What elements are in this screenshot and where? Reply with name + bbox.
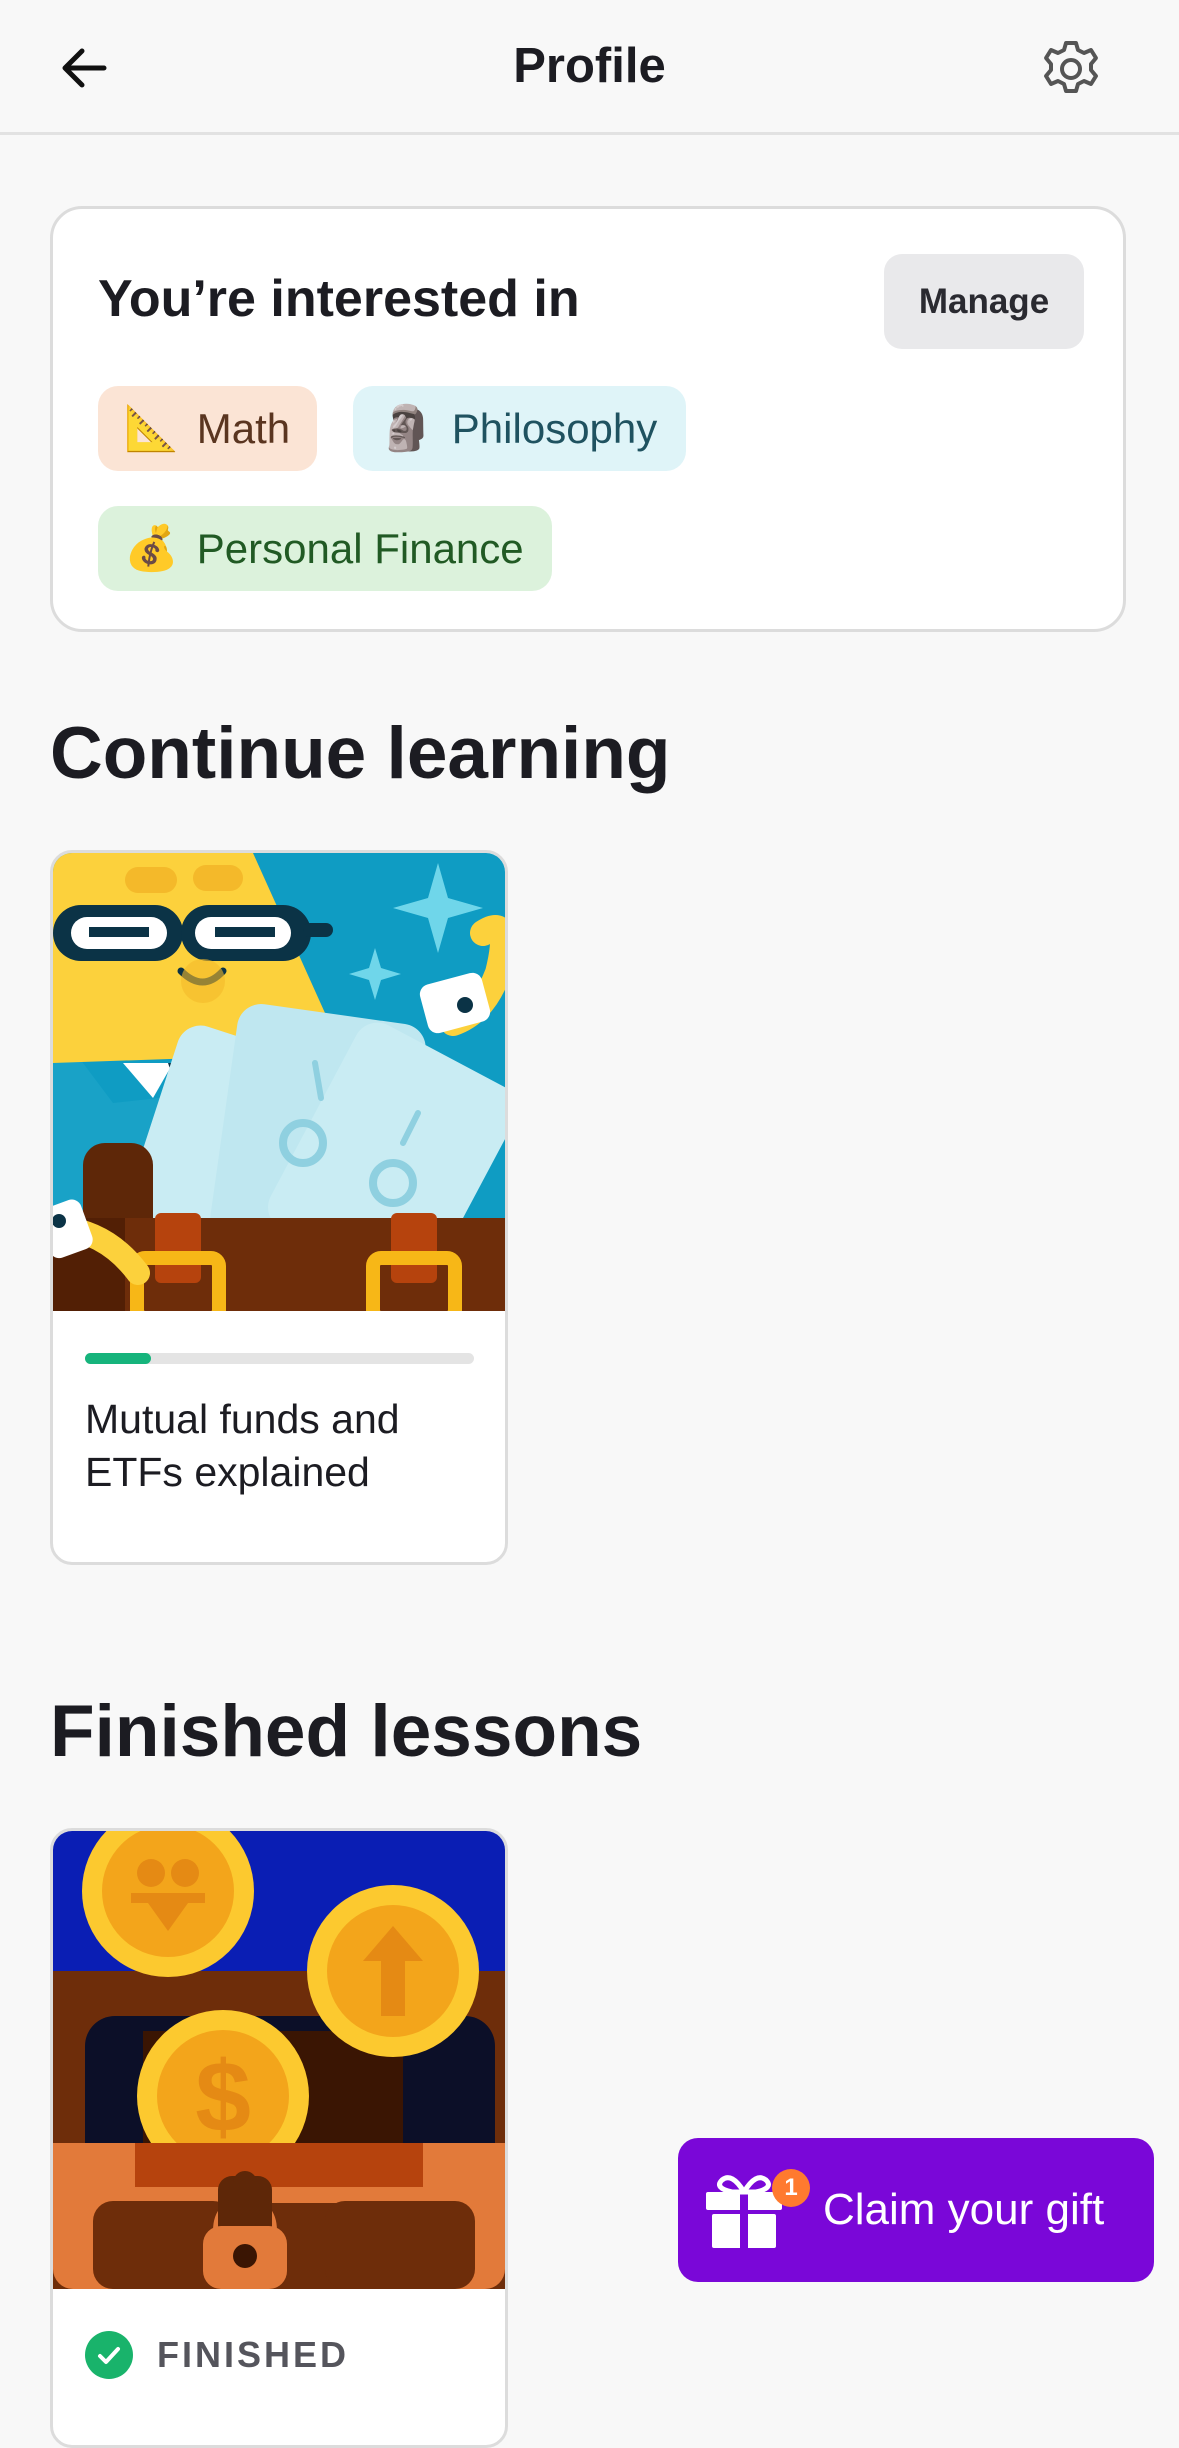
interest-chip-personal-finance[interactable]: 💰 Personal Finance	[98, 506, 552, 591]
top-bar: Profile	[0, 0, 1179, 135]
interest-chip-math[interactable]: 📐 Math	[98, 386, 317, 471]
lesson-illustration	[53, 853, 505, 1311]
interests-card: You’re interested in Manage 📐 Math 🗿 Phi…	[50, 206, 1126, 632]
interests-heading: You’re interested in	[98, 270, 580, 328]
interest-chip-label: Philosophy	[451, 404, 658, 452]
interest-chip-philosophy[interactable]: 🗿 Philosophy	[353, 386, 686, 471]
finished-status: FINISHED	[85, 2331, 349, 2379]
claim-gift-button[interactable]: 1 Claim your gift	[678, 2138, 1154, 2282]
continue-learning-heading: Continue learning	[50, 713, 671, 794]
lesson-progress-bar	[85, 1353, 474, 1364]
manage-button[interactable]: Manage	[884, 254, 1084, 349]
finished-lessons-heading: Finished lessons	[50, 1691, 643, 1772]
gear-icon	[1044, 41, 1098, 93]
page-title: Profile	[513, 39, 666, 93]
moai-icon: 🗿	[379, 403, 434, 453]
lesson-illustration: $	[53, 1831, 505, 2289]
finished-lesson-card[interactable]: $ FINISHED	[50, 1828, 508, 2448]
gift-badge: 1	[772, 2169, 810, 2207]
svg-text:$: $	[195, 2041, 251, 2153]
interest-chip-label: Personal Finance	[196, 524, 524, 572]
lesson-card-mutual-funds[interactable]: Mutual funds and ETFs explained	[50, 850, 508, 1565]
interest-chip-label: Math	[196, 404, 291, 452]
check-circle-icon	[85, 2331, 133, 2379]
lesson-progress-fill	[85, 1353, 152, 1364]
finished-label: FINISHED	[157, 2334, 350, 2375]
money-bag-icon: 💰	[124, 523, 179, 573]
lesson-title: Mutual funds and ETFs explained	[85, 1396, 400, 1495]
claim-gift-label: Claim your gift	[823, 2185, 1105, 2234]
settings-button[interactable]	[1036, 34, 1106, 104]
triangle-ruler-icon: 📐	[124, 403, 179, 453]
